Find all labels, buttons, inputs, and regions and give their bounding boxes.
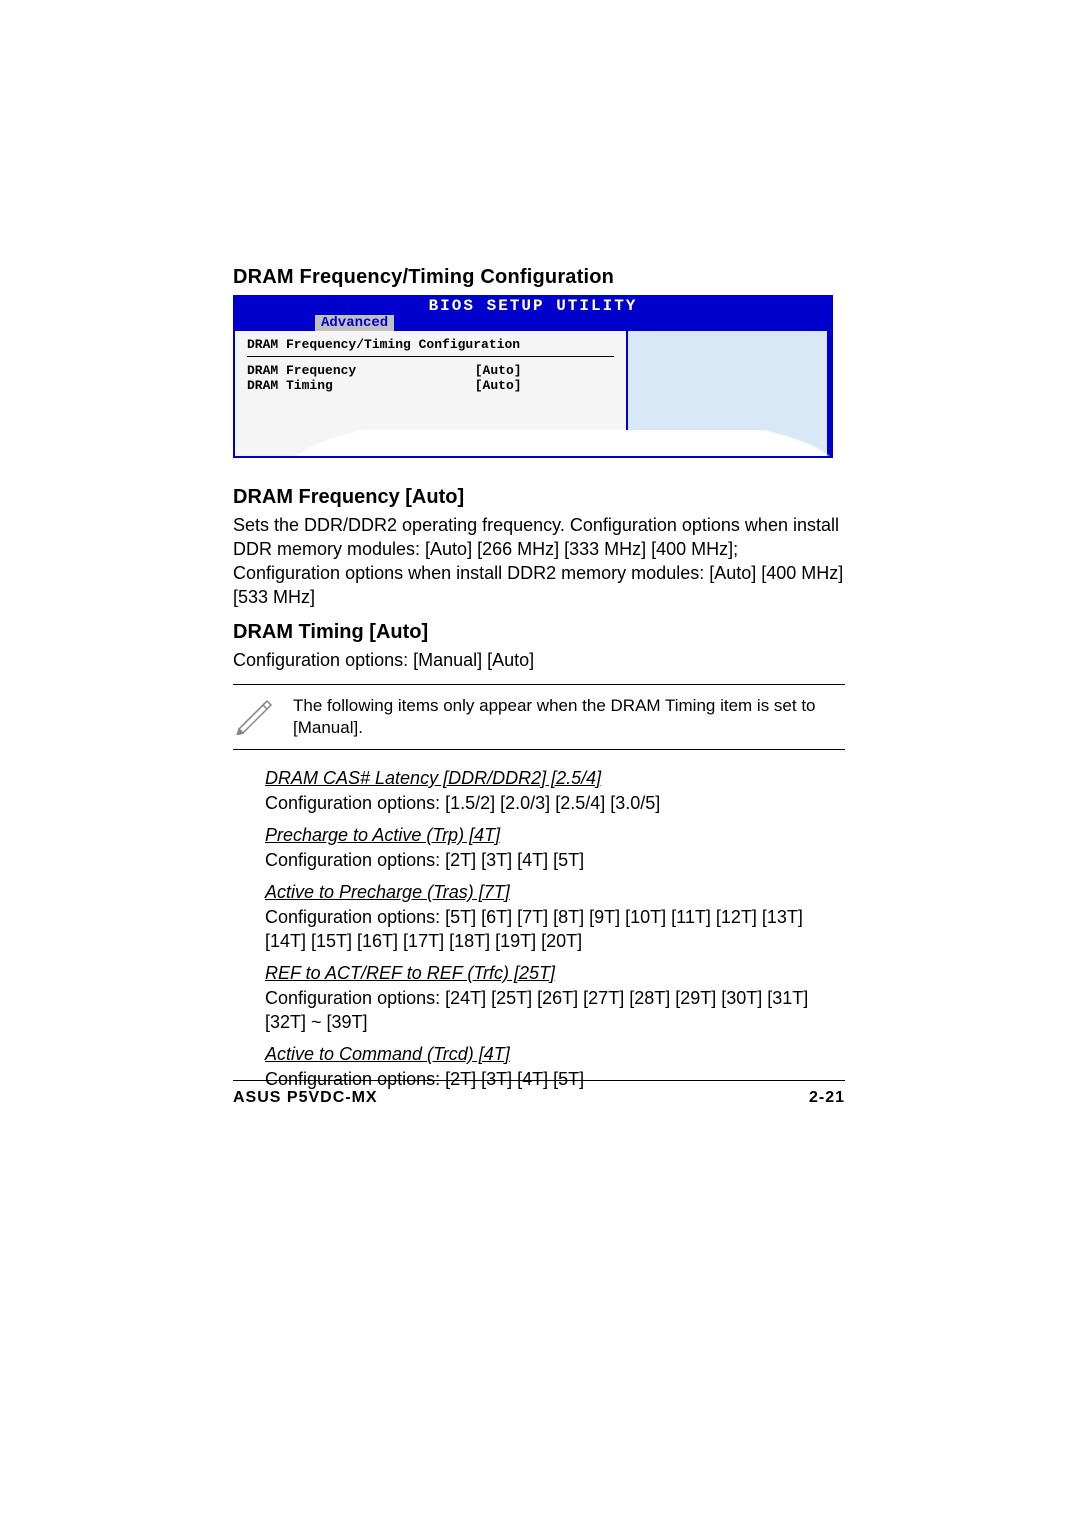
bios-screenshot: BIOS SETUP UTILITY Advanced DRAM Frequen…: [233, 295, 845, 458]
bios-row-value: [Auto]: [475, 363, 615, 378]
subitem-heading: Active to Precharge (Tras) [7T]: [265, 882, 845, 903]
subitem-heading: Precharge to Active (Trp) [4T]: [265, 825, 845, 846]
subitem-options: Configuration options: [5T] [6T] [7T] [8…: [265, 905, 845, 953]
note-text: The following items only appear when the…: [293, 695, 845, 739]
subitem-options: Configuration options: [1.5/2] [2.0/3] […: [265, 791, 845, 815]
paragraph-dram-timing: Configuration options: [Manual] [Auto]: [233, 648, 845, 672]
page-footer: ASUS P5VDC-MX 2-21: [233, 1080, 845, 1107]
bios-section-title: DRAM Frequency/Timing Configuration: [247, 337, 614, 352]
footer-page-number: 2-21: [809, 1089, 845, 1107]
subitem-options: Configuration options: [2T] [3T] [4T] [5…: [265, 848, 845, 872]
bios-row-label: DRAM Frequency: [247, 363, 475, 378]
footer-product: ASUS P5VDC-MX: [233, 1089, 378, 1107]
paragraph-dram-frequency: Sets the DDR/DDR2 operating frequency. C…: [233, 513, 845, 609]
subitem-heading: REF to ACT/REF to REF (Trfc) [25T]: [265, 963, 845, 984]
subitem-options: Configuration options: [24T] [25T] [26T]…: [265, 986, 845, 1034]
section-heading: DRAM Frequency/Timing Configuration: [233, 266, 845, 289]
subsection-heading-dram-timing: DRAM Timing [Auto]: [233, 621, 845, 644]
bios-row-value: [Auto]: [475, 378, 615, 393]
note-box: The following items only appear when the…: [233, 684, 845, 750]
bios-tab-advanced: Advanced: [313, 313, 396, 333]
bios-row: DRAM Frequency [Auto]: [247, 363, 614, 378]
subitem-heading: DRAM CAS# Latency [DDR/DDR2] [2.5/4]: [265, 768, 845, 789]
bios-row: DRAM Timing [Auto]: [247, 378, 614, 393]
subitem-heading: Active to Command (Trcd) [4T]: [265, 1044, 845, 1065]
pencil-note-icon: [233, 695, 293, 735]
bios-row-label: DRAM Timing: [247, 378, 475, 393]
subsection-heading-dram-frequency: DRAM Frequency [Auto]: [233, 486, 845, 509]
